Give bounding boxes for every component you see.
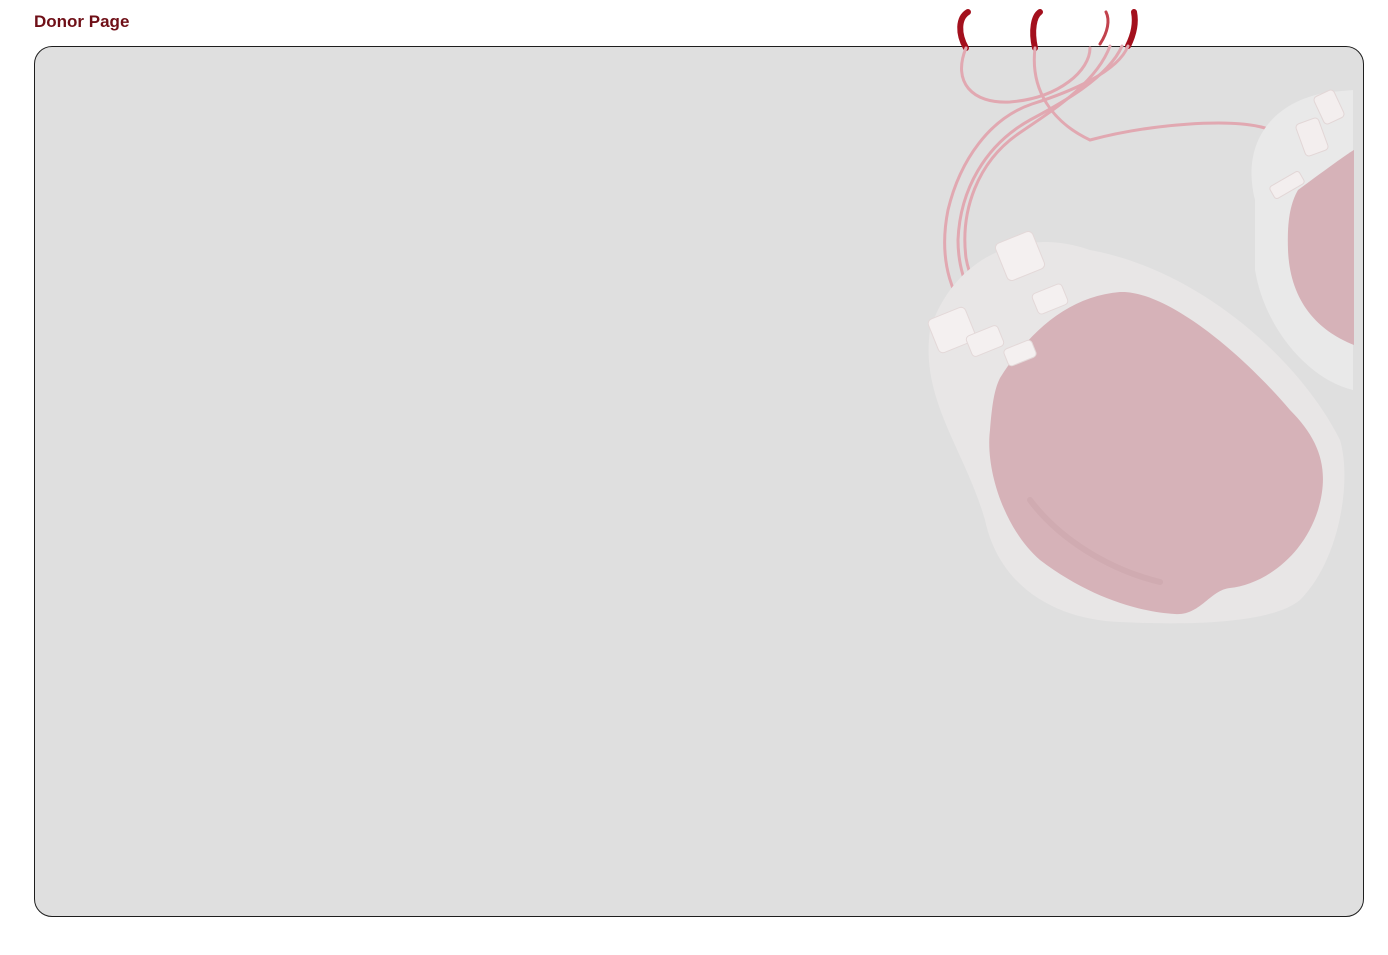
page-title: Donor Page bbox=[34, 12, 130, 31]
tube-loop-red-inner bbox=[1098, 10, 1110, 46]
content-panel bbox=[34, 46, 1364, 917]
tube-loop-red-far bbox=[1125, 9, 1138, 49]
tube-loop-red-right bbox=[1030, 9, 1043, 51]
donor-page: Donor Page bbox=[0, 0, 1388, 955]
tube-loop-red-left bbox=[957, 9, 971, 51]
